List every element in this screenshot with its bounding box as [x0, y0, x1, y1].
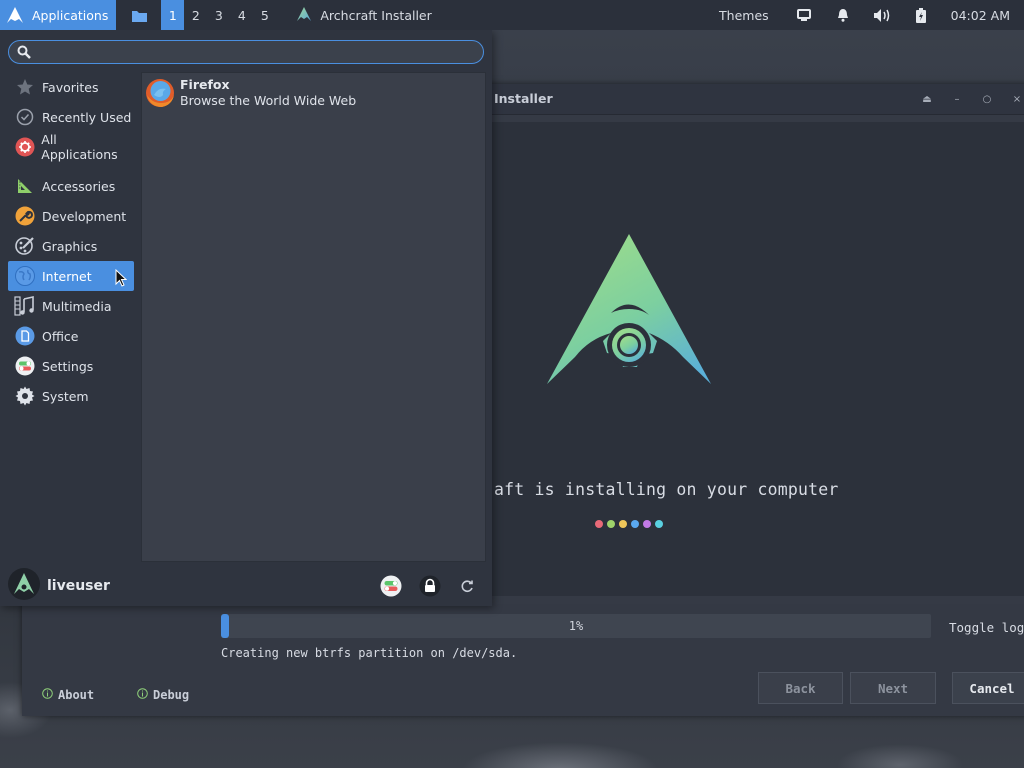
category-development[interactable]: Development [8, 201, 134, 231]
display-icon[interactable] [785, 9, 824, 21]
category-system[interactable]: System [8, 381, 134, 411]
clock[interactable]: 04:02 AM [951, 8, 1010, 23]
loading-dot [643, 520, 651, 528]
info-icon [137, 688, 148, 702]
wrench-icon [14, 205, 36, 227]
debug-label: Debug [153, 688, 190, 702]
category-graphics[interactable]: Graphics [8, 231, 134, 261]
category-favorites[interactable]: Favorites [8, 72, 134, 102]
battery-icon[interactable] [902, 7, 941, 23]
loading-dot [607, 520, 615, 528]
application-list: Firefox Browse the World Wide Web [141, 72, 486, 562]
debug-button[interactable]: Debug [137, 688, 189, 702]
category-settings[interactable]: Settings [8, 351, 134, 381]
accessories-icon [14, 175, 36, 197]
toggles-icon [14, 355, 36, 377]
music-icon [14, 295, 36, 317]
clock-icon [14, 106, 36, 128]
menu-footer: liveuser [0, 566, 492, 606]
taskbar-item-installer[interactable]: Archcraft Installer [296, 6, 432, 25]
app-name: Firefox [180, 77, 230, 92]
category-office[interactable]: Office [8, 321, 134, 351]
taskbar-item-label: Archcraft Installer [320, 7, 432, 23]
category-all-applications[interactable]: All Applications [8, 132, 134, 162]
applications-menu-button[interactable]: Applications [0, 0, 117, 30]
shade-icon[interactable]: ⏏ [912, 94, 942, 105]
gear-icon [14, 385, 36, 407]
category-multimedia[interactable]: Multimedia [8, 291, 134, 321]
firefox-icon [144, 77, 176, 113]
folder-icon[interactable] [132, 9, 148, 22]
archcraft-installer-icon [296, 6, 312, 25]
search-box[interactable] [8, 40, 484, 64]
applications-label: Applications [32, 7, 109, 23]
loading-dot [655, 520, 663, 528]
minimize-icon[interactable]: – [942, 94, 972, 105]
top-panel: Applications 1 2 3 4 5 Archcraft Install… [0, 0, 1024, 30]
workspace-4[interactable]: 4 [230, 0, 253, 30]
settings-manager-icon[interactable] [380, 575, 402, 597]
install-message: aft is installing on your computer [494, 480, 839, 499]
archcraft-logo-icon [545, 229, 713, 393]
back-button[interactable]: Back [758, 672, 843, 704]
category-list: Favorites Recently Used All Applications… [8, 72, 134, 411]
installer-footer: 1% Toggle log Creating new btrfs partiti… [22, 604, 1024, 716]
globe-icon [14, 265, 36, 287]
workspace-1[interactable]: 1 [161, 0, 185, 30]
archcraft-logo-icon [6, 6, 24, 24]
next-button[interactable]: Next [850, 672, 936, 704]
loading-dot [595, 520, 603, 528]
palette-icon [14, 235, 36, 257]
loading-dot [631, 520, 639, 528]
all-apps-icon [14, 136, 35, 158]
loading-dots [595, 520, 663, 528]
search-input[interactable] [37, 43, 471, 63]
progress-percent: 1% [568, 619, 584, 633]
workspace-2[interactable]: 2 [184, 0, 207, 30]
document-icon [14, 325, 36, 347]
close-icon[interactable]: × [1002, 94, 1024, 105]
lock-screen-icon[interactable] [419, 575, 441, 597]
about-button[interactable]: About [42, 688, 94, 702]
install-progress-bar: 1% [221, 614, 931, 638]
workspace-5[interactable]: 5 [253, 0, 276, 30]
themes-button[interactable]: Themes [719, 8, 769, 23]
mouse-cursor-icon [115, 268, 128, 291]
cancel-button[interactable]: Cancel [952, 672, 1024, 704]
app-description: Browse the World Wide Web [180, 93, 357, 108]
loading-dot [619, 520, 627, 528]
username: liveuser [47, 578, 110, 594]
avatar [8, 568, 40, 604]
volume-icon[interactable] [863, 8, 902, 22]
applications-menu: Favorites Recently Used All Applications… [0, 30, 492, 606]
info-icon [42, 688, 53, 702]
workspace-3[interactable]: 3 [207, 0, 230, 30]
window-title: Installer [494, 91, 553, 106]
user-info: liveuser [8, 568, 110, 604]
star-icon [14, 76, 36, 98]
app-item-firefox[interactable]: Firefox Browse the World Wide Web [144, 77, 356, 113]
maximize-icon[interactable]: ○ [972, 94, 1002, 105]
about-label: About [58, 688, 95, 702]
toggle-log-button[interactable]: Toggle log [949, 620, 1024, 635]
install-status-text: Creating new btrfs partition on /dev/sda… [221, 646, 518, 660]
log-out-icon[interactable] [456, 575, 478, 597]
search-icon [17, 45, 31, 63]
category-recently-used[interactable]: Recently Used [8, 102, 134, 132]
notification-bell-icon[interactable] [824, 8, 863, 22]
category-accessories[interactable]: Accessories [8, 171, 134, 201]
